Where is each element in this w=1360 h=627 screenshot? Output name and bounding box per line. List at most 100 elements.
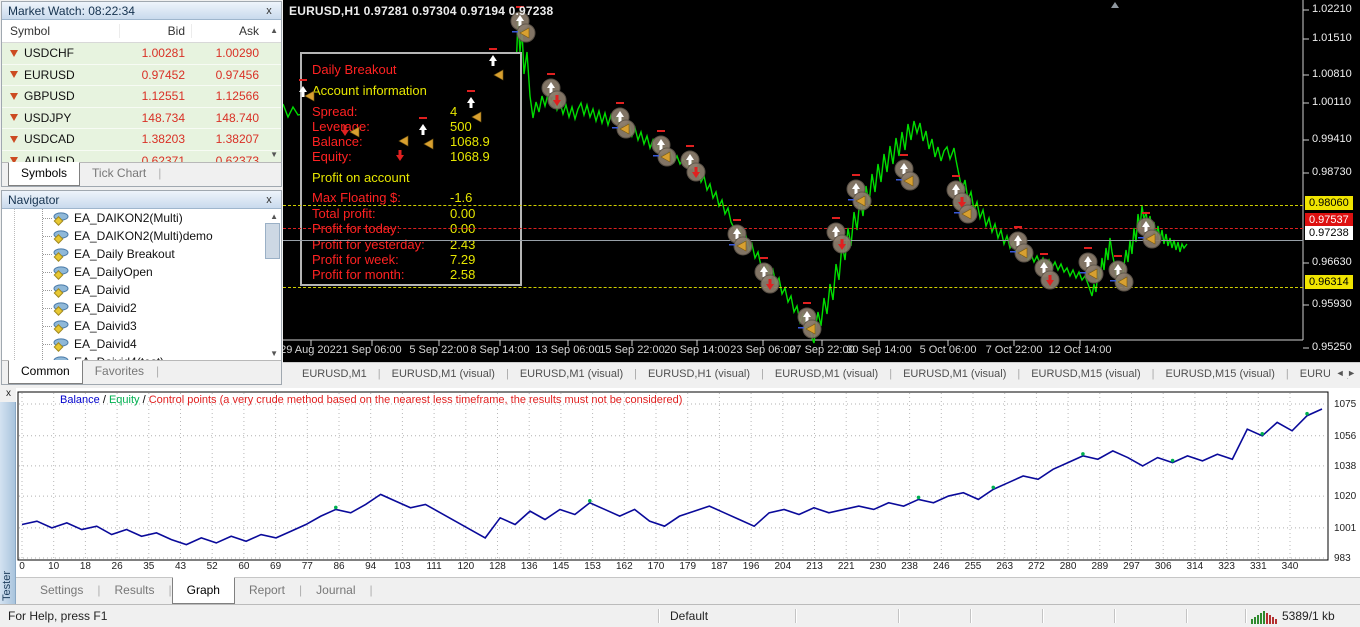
scroll-right-icon[interactable]: ►: [1347, 368, 1356, 378]
x-tick-label: 10: [48, 561, 59, 572]
status-profile[interactable]: Default: [670, 609, 708, 623]
equity-dot: [1260, 432, 1264, 436]
price-label: 0.98730: [1312, 166, 1352, 178]
navigator-tree: EA_DAIKON2(Multi)EA_DAIKON2(Multi)demoEA…: [2, 209, 281, 362]
y-tick-label: 1020: [1334, 491, 1356, 502]
navigator-tab-common[interactable]: Common: [8, 360, 83, 384]
symbol-cell: USDJPY: [2, 111, 119, 125]
date-label: 29 Aug 2022: [283, 344, 342, 356]
date-label: 5 Sep 22:00: [409, 344, 468, 356]
navigator-titlebar[interactable]: Navigator x: [2, 191, 281, 209]
chart-tab-bar: EURUSD,M1|EURUSD,M1 (visual)|EURUSD,M1 (…: [283, 362, 1360, 385]
price-label: 1.00110: [1312, 96, 1351, 108]
equity-dot: [1081, 452, 1085, 456]
equity-dot: [991, 486, 995, 490]
symbol-cell: USDCAD: [2, 132, 119, 146]
chart-tab[interactable]: EURUSD,M1 (visual): [381, 368, 506, 380]
navigator-item[interactable]: EA_Daivid2: [2, 299, 281, 317]
table-row[interactable]: USDJPY148.734148.740: [2, 108, 281, 130]
date-label: 8 Sep 14:00: [470, 344, 529, 356]
close-icon[interactable]: x: [2, 387, 15, 400]
x-tick-label: 179: [679, 561, 696, 572]
x-tick-label: 43: [175, 561, 186, 572]
x-tick-label: 52: [207, 561, 218, 572]
chart-tab[interactable]: EURUSD,M1 (visual): [764, 368, 889, 380]
tester-tab-settings[interactable]: Settings: [26, 578, 97, 604]
x-tick-label: 18: [80, 561, 91, 572]
date-label: 23 Sep 06:00: [730, 344, 795, 356]
navigator-item[interactable]: EA_DAIKON2(Multi): [2, 209, 281, 227]
close-icon[interactable]: x: [263, 5, 275, 17]
navigator-item[interactable]: EA_DAIKON2(Multi)demo: [2, 227, 281, 245]
x-tick-label: 255: [965, 561, 982, 572]
tester-graph: Balance / Equity / Control points (a ver…: [16, 388, 1360, 578]
chart-tab[interactable]: EURUSD,M1 (visual): [509, 368, 634, 380]
table-row[interactable]: GBPUSD1.125511.12566: [2, 86, 281, 108]
navigator-item[interactable]: EA_Daivid4: [2, 335, 281, 353]
trade-arrow: [341, 125, 349, 136]
trade-marker: [548, 91, 566, 109]
market-watch-tabs: SymbolsTick Chart|: [2, 162, 281, 186]
tester-side-strip[interactable]: Tester: [0, 402, 16, 604]
equity-dot: [1305, 412, 1309, 416]
date-label: 20 Sep 14:00: [664, 344, 729, 356]
scrollbar-thumb[interactable]: [265, 223, 280, 259]
equity-dot: [1171, 459, 1175, 463]
tester-tab-report[interactable]: Report: [235, 578, 299, 604]
date-label: 15 Sep 22:00: [599, 344, 664, 356]
x-tick-label: 221: [838, 561, 855, 572]
scroll-up-icon[interactable]: ▲: [270, 212, 278, 221]
tester-tab-journal[interactable]: Journal: [302, 578, 369, 604]
market-watch-header: SymbolBidAsk: [2, 20, 281, 43]
chart-tab[interactable]: EURUSD,H1 (visual): [637, 368, 761, 380]
x-tick-label: 136: [521, 561, 538, 572]
tab-scroll-arrows[interactable]: ◄ ►: [1330, 368, 1356, 378]
trade-marker: [1041, 271, 1059, 289]
close-icon[interactable]: x: [263, 194, 275, 206]
chart-tab[interactable]: EURUSD,M1: [291, 368, 378, 380]
scroll-down-icon[interactable]: ▼: [270, 349, 278, 358]
market-watch-tab-symbols[interactable]: Symbols: [8, 162, 80, 186]
scroll-down-icon[interactable]: ▼: [270, 150, 278, 159]
navigator-item[interactable]: EA_Daivid3: [2, 317, 281, 335]
mt4-terminal-window: Market Watch: 08:22:34 x SymbolBidAsk US…: [0, 0, 1360, 627]
navigator-panel: Navigator x EA_DAIKON2(Multi)EA_DAIKON2(…: [1, 190, 282, 385]
market-watch-titlebar[interactable]: Market Watch: 08:22:34 x: [2, 2, 281, 20]
scroll-left-icon[interactable]: ◄: [1336, 368, 1345, 378]
expert-advisor-icon: [52, 265, 69, 280]
tester-tab-graph[interactable]: Graph: [172, 577, 235, 604]
trade-arrow: [419, 117, 427, 135]
navigator-tab-favorites[interactable]: Favorites: [83, 361, 156, 384]
bid-cell: 0.97452: [119, 68, 191, 82]
tester-tab-bar: Settings|Results|GraphReport|Journal|: [16, 577, 1360, 604]
down-arrow-icon: [10, 136, 18, 143]
legend-segment: Control points (a very crude method base…: [149, 394, 683, 406]
chart-tab[interactable]: EURUSD,M15 (visual): [1155, 368, 1286, 380]
down-arrow-icon: [10, 114, 18, 121]
table-row[interactable]: USDCHF1.002811.00290: [2, 43, 281, 65]
trade-arrow: [424, 139, 433, 149]
table-row[interactable]: USDCAD1.382031.38207: [2, 129, 281, 151]
navigator-item[interactable]: EA_DailyOpen: [2, 263, 281, 281]
y-tick-label: 1038: [1334, 461, 1356, 472]
navigator-item[interactable]: EA_Daily Breakout: [2, 245, 281, 263]
tester-tab-results[interactable]: Results: [100, 578, 168, 604]
status-separator: [658, 609, 659, 623]
table-row[interactable]: EURUSD0.974520.97456: [2, 65, 281, 87]
chart-tab[interactable]: EURUSD,M1 (visual): [892, 368, 1017, 380]
x-tick-label: 35: [143, 561, 154, 572]
tester-legend: Balance / Equity / Control points (a ver…: [60, 394, 682, 406]
navigator-item[interactable]: EA_Daivid: [2, 281, 281, 299]
symbol-cell: GBPUSD: [2, 89, 119, 103]
market-watch-tab-tick-chart[interactable]: Tick Chart: [80, 163, 158, 186]
market-watch-panel: Market Watch: 08:22:34 x SymbolBidAsk US…: [1, 1, 282, 187]
scroll-up-icon[interactable]: ▲: [270, 26, 278, 35]
chart-tab[interactable]: EURUSD,M15 (visual): [1020, 368, 1151, 380]
price-label: 1.00810: [1312, 68, 1352, 80]
status-separator: [1186, 609, 1187, 623]
x-tick-label: 94: [365, 561, 376, 572]
legend-segment: /: [100, 394, 109, 406]
x-tick-label: 187: [711, 561, 728, 572]
price-chart[interactable]: EURUSD,H1 0.97281 0.97304 0.97194 0.9723…: [283, 0, 1360, 362]
x-tick-label: 170: [648, 561, 665, 572]
